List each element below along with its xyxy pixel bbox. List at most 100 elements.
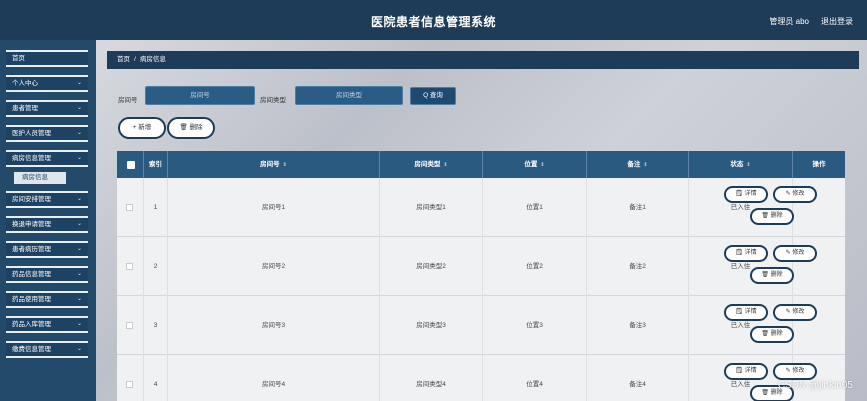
- cell-position: 位置3: [483, 296, 587, 355]
- header-room-type[interactable]: 房间类型 ⇕: [380, 151, 483, 178]
- table-row: 4 房间号4 房间类型4 位置4 备注4 已入住 🗒 详情 ✎ 修改 🗑 删除: [117, 355, 845, 401]
- chevron-down-icon: ⌄: [76, 296, 82, 302]
- edit-button[interactable]: ✎ 修改: [773, 245, 817, 262]
- room-no-label: 房间号: [118, 97, 138, 104]
- delete-label: 删除: [770, 331, 783, 337]
- sidebar-item-medical-staff-mgmt[interactable]: 医护人员管理 ⌄: [6, 125, 88, 142]
- edit-button[interactable]: ✎ 修改: [773, 186, 817, 203]
- breadcrumb-home[interactable]: 首页: [117, 56, 130, 63]
- detail-label: 详情: [744, 368, 757, 374]
- sort-icon: ⇕: [282, 162, 287, 168]
- sort-icon: ⇕: [746, 162, 751, 168]
- row-select-cell: [117, 178, 144, 237]
- sort-icon: ⇕: [443, 162, 448, 168]
- room-type-label: 房间类型: [260, 97, 286, 104]
- row-delete-button[interactable]: 🗑 删除: [750, 208, 794, 225]
- row-checkbox[interactable]: [126, 381, 133, 388]
- sidebar-item-drug-stock-mgmt[interactable]: 药品入库管理 ⌄: [6, 316, 88, 333]
- trash-icon: 🗑: [761, 390, 771, 396]
- sidebar-item-home[interactable]: 首页: [6, 50, 88, 67]
- header-index: 索引: [144, 151, 168, 178]
- cell-position: 位置4: [483, 355, 587, 401]
- row-checkbox[interactable]: [126, 204, 133, 211]
- cell-room-type: 房间类型2: [380, 237, 483, 296]
- header-position[interactable]: 位置 ⇕: [483, 151, 587, 178]
- cell-room-no: 房间号2: [168, 237, 380, 296]
- cell-index: 3: [144, 296, 168, 355]
- sidebar-item-label: 房间安排管理: [12, 196, 51, 203]
- sidebar-item-label: 患者管理: [12, 105, 38, 112]
- delete-label: 删除: [770, 272, 783, 278]
- sort-icon: ⇕: [643, 162, 648, 168]
- table-row: 2 房间号2 房间类型2 位置2 备注2 已入住 🗒 详情 ✎ 修改 🗑 删除: [117, 237, 845, 296]
- detail-icon: 🗒: [735, 309, 745, 315]
- trash-icon: 🗑: [761, 272, 771, 278]
- cell-note: 备注2: [587, 237, 689, 296]
- detail-button[interactable]: 🗒 详情: [724, 304, 768, 321]
- sidebar-item-label: 药品入库管理: [12, 321, 51, 328]
- watermark: CSDN @jinkin05: [777, 380, 853, 391]
- cell-room-no: 房间号4: [168, 355, 380, 401]
- chevron-down-icon: ⌄: [76, 271, 82, 277]
- room-no-input[interactable]: 房间号: [145, 86, 255, 105]
- sidebar-item-label: 药品使用管理: [12, 296, 51, 303]
- cell-index: 2: [144, 237, 168, 296]
- sidebar-item-room-arrange-mgmt[interactable]: 房间安排管理 ⌄: [6, 191, 88, 208]
- sidebar-item-ward-info-mgmt[interactable]: 病房信息管理 ⌄: [6, 150, 88, 167]
- sidebar-item-transfer-request-mgmt[interactable]: 换退申请管理 ⌄: [6, 216, 88, 233]
- breadcrumb-separator: /: [134, 56, 136, 63]
- chevron-down-icon: ⌄: [76, 105, 82, 111]
- row-checkbox[interactable]: [126, 263, 133, 270]
- row-select-cell: [117, 355, 144, 401]
- sidebar-item-patient-mgmt[interactable]: 患者管理 ⌄: [6, 100, 88, 117]
- logout-link[interactable]: 退出登录: [821, 16, 853, 27]
- trash-icon: 🗑: [761, 331, 771, 337]
- sidebar-item-label: 换退申请管理: [12, 221, 51, 228]
- chevron-down-icon: ⌄: [76, 346, 82, 352]
- sort-icon: ⇕: [540, 162, 545, 168]
- row-checkbox[interactable]: [126, 322, 133, 329]
- detail-icon: 🗒: [735, 191, 745, 197]
- sidebar-item-personal-center[interactable]: 个人中心 ⌄: [6, 75, 88, 92]
- header-room-no[interactable]: 房间号 ⇕: [168, 151, 380, 178]
- detail-button[interactable]: 🗒 详情: [724, 245, 768, 262]
- table-header: 索引 房间号 ⇕ 房间类型 ⇕ 位置 ⇕ 备注 ⇕ 状态 ⇕ 操作: [117, 151, 845, 178]
- header-note[interactable]: 备注 ⇕: [587, 151, 689, 178]
- chevron-down-icon: ⌄: [76, 221, 82, 227]
- row-delete-button[interactable]: 🗑 删除: [750, 267, 794, 284]
- add-button[interactable]: + 新增: [118, 117, 166, 139]
- room-type-input[interactable]: 房间类型: [295, 86, 403, 105]
- delete-button[interactable]: 🗑 删除: [167, 117, 215, 139]
- edit-button[interactable]: ✎ 修改: [773, 304, 817, 321]
- sidebar-subitem-room-info[interactable]: 病房信息: [14, 172, 66, 184]
- query-button[interactable]: Q 查询: [410, 87, 456, 105]
- chevron-down-icon: ⌄: [76, 80, 82, 86]
- header-operation: 操作: [812, 161, 826, 168]
- row-delete-button[interactable]: 🗑 删除: [750, 326, 794, 343]
- sidebar-item-payment-info-mgmt[interactable]: 缴费信息管理 ⌄: [6, 341, 88, 358]
- row-select-cell: [117, 237, 144, 296]
- detail-label: 详情: [744, 309, 757, 315]
- chevron-down-icon: ⌄: [76, 130, 82, 136]
- detail-icon: 🗒: [735, 250, 745, 256]
- sidebar-item-drug-info-mgmt[interactable]: 药品信息管理 ⌄: [6, 266, 88, 283]
- detail-label: 详情: [744, 250, 757, 256]
- cell-note: 备注1: [587, 178, 689, 237]
- header-room-type-label: 房间类型: [414, 161, 441, 168]
- sidebar-item-drug-usage-mgmt[interactable]: 药品使用管理 ⌄: [6, 291, 88, 308]
- detail-button[interactable]: 🗒 详情: [724, 363, 768, 380]
- chevron-down-icon: ⌄: [76, 321, 82, 327]
- select-all-checkbox[interactable]: [127, 161, 135, 169]
- sidebar-item-label: 病房信息管理: [12, 155, 51, 162]
- sidebar-item-patient-record-mgmt[interactable]: 患者病历管理 ⌄: [6, 241, 88, 258]
- current-user: 管理员 abo: [769, 17, 809, 26]
- edit-button[interactable]: ✎ 修改: [773, 363, 817, 380]
- cell-room-type: 房间类型3: [380, 296, 483, 355]
- detail-button[interactable]: 🗒 详情: [724, 186, 768, 203]
- header-status[interactable]: 状态 ⇕: [689, 151, 793, 178]
- edit-label: 修改: [792, 250, 805, 256]
- edit-label: 修改: [792, 368, 805, 374]
- app-title: 医院患者信息管理系统: [370, 15, 496, 29]
- edit-label: 修改: [792, 191, 805, 197]
- table-row: 1 房间号1 房间类型1 位置1 备注1 已入住 🗒 详情 ✎ 修改 🗑 删除: [117, 178, 845, 237]
